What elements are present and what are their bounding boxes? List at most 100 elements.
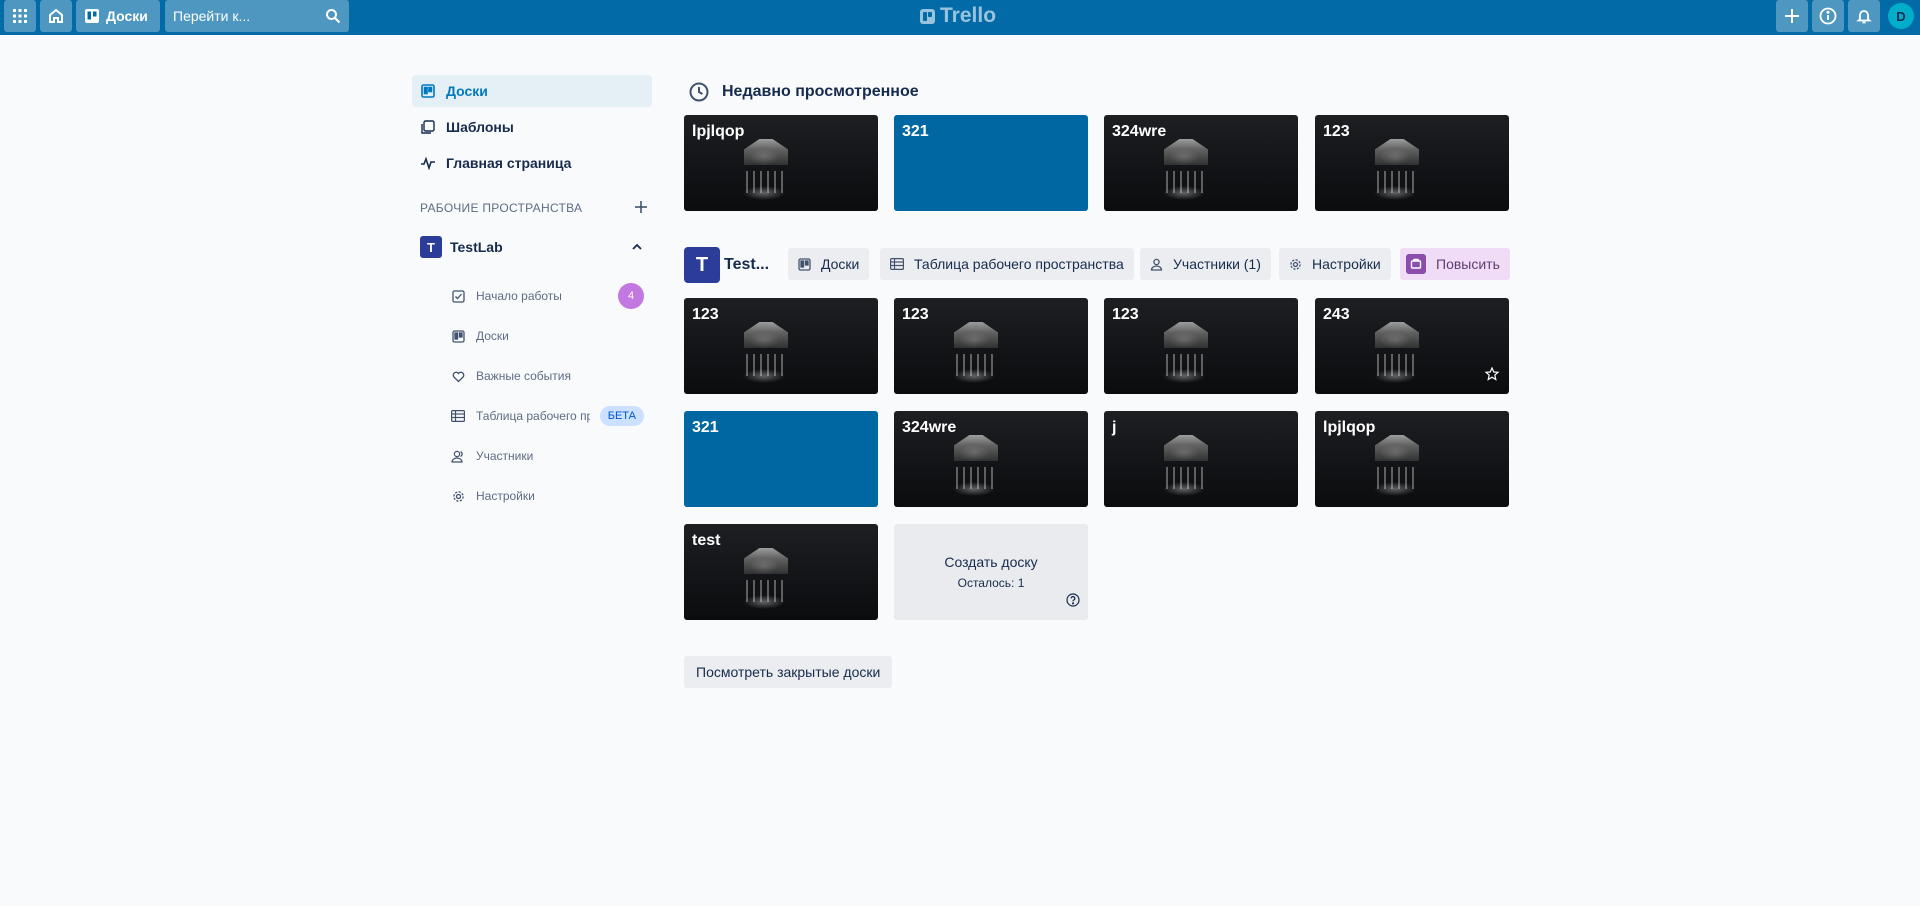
boards-remaining-label: Осталось: 1: [957, 576, 1025, 590]
board-tile[interactable]: 321: [684, 411, 878, 507]
trello-logo-text: Trello: [940, 4, 997, 27]
notifications-button[interactable]: [1848, 0, 1880, 32]
board-tile[interactable]: 123: [1104, 298, 1298, 394]
workspace-members-button[interactable]: Участники (1): [1140, 248, 1271, 280]
board-tile-title: 123: [692, 306, 719, 323]
top-header: Доски Перейти к... Trello D: [0, 0, 1920, 35]
board-icon: [450, 328, 466, 344]
trello-logo[interactable]: Trello: [920, 4, 996, 28]
gear-icon: [1290, 258, 1301, 270]
sidebar-nav: Доски Шаблоны Главная страница: [412, 75, 652, 183]
create-board-tile[interactable]: Создать доску Осталось: 1: [894, 524, 1088, 620]
chevron-up-icon: [632, 243, 642, 250]
bell-icon: [1856, 10, 1872, 24]
sidebar-item-label: Настройки: [476, 489, 535, 503]
table-icon: [890, 258, 904, 270]
sidebar-item-label: Доски: [476, 329, 509, 343]
workspaces-header: РАБОЧИЕ ПРОСТРАНСТВА: [412, 198, 652, 218]
workspace-section-header: T Test...: [684, 247, 774, 283]
app-switcher-button[interactable]: [4, 0, 36, 32]
workspace-name: Test...: [724, 256, 770, 273]
board-tile[interactable]: 324wre: [894, 411, 1088, 507]
board-tile-title: test: [692, 532, 721, 549]
board-tile[interactable]: test: [684, 524, 878, 620]
board-tile-title: j: [1112, 419, 1117, 436]
search-input[interactable]: Перейти к...: [165, 0, 349, 32]
sidebar-item-home[interactable]: Главная страница: [412, 147, 652, 179]
sidebar-item-label: Доски: [446, 83, 488, 99]
sidebar-item-boards[interactable]: Доски: [440, 320, 652, 352]
workspace-toggle[interactable]: T TestLab: [412, 232, 652, 262]
home-button[interactable]: [40, 0, 72, 32]
board-tile[interactable]: j: [1104, 411, 1298, 507]
sidebar-item-workspace-table[interactable]: Таблица рабочего пр... БЕТА: [440, 400, 652, 432]
sidebar-item-label: Начало работы: [476, 289, 562, 303]
sidebar-item-templates[interactable]: Шаблоны: [412, 111, 652, 143]
recently-viewed-label: Недавно просмотренное: [722, 83, 919, 100]
notification-count-badge: 4: [618, 283, 644, 309]
gear-icon: [450, 488, 466, 504]
table-icon: [450, 408, 466, 424]
sidebar-item-label: Важные события: [476, 369, 571, 383]
help-icon[interactable]: [1066, 593, 1080, 612]
add-workspace-button[interactable]: [634, 200, 648, 217]
boards-button-label: Доски: [106, 8, 148, 24]
sidebar-item-label: Участники: [476, 449, 534, 463]
info-icon: [1819, 7, 1837, 25]
trello-logo-icon: [920, 8, 935, 24]
search-icon: [317, 0, 349, 32]
chip-label: Настройки: [1312, 256, 1381, 272]
board-tile-title: 321: [902, 123, 929, 140]
workspace-table-button[interactable]: Таблица рабочего пространства: [880, 248, 1134, 280]
board-tile-title: 123: [902, 306, 929, 323]
clock-icon: [689, 82, 709, 102]
workspace-avatar: T: [420, 236, 442, 258]
upgrade-icon: [1406, 254, 1426, 274]
plus-icon: [635, 200, 647, 213]
board-tile[interactable]: 243: [1315, 298, 1509, 394]
workspace-boards-button[interactable]: Доски: [788, 248, 870, 280]
workspaces-label: РАБОЧИЕ ПРОСТРАНСТВА: [420, 201, 583, 215]
user-avatar[interactable]: D: [1888, 3, 1914, 29]
info-button[interactable]: [1812, 0, 1844, 32]
heart-icon: [450, 368, 466, 384]
create-button[interactable]: [1776, 0, 1808, 32]
chip-label: Таблица рабочего пространства: [914, 256, 1124, 272]
sidebar-item-label: Шаблоны: [446, 119, 514, 135]
view-closed-boards-button[interactable]: Посмотреть закрытые доски: [684, 656, 893, 688]
chip-label: Участники (1): [1173, 256, 1261, 272]
upgrade-button[interactable]: Повысить: [1400, 248, 1510, 280]
board-icon: [420, 83, 436, 99]
workspace-menu: Начало работы 4 Доски Важные события Таб…: [440, 280, 652, 520]
sidebar-item-label: Таблица рабочего пр...: [476, 409, 590, 423]
create-board-label: Создать доску: [944, 554, 1038, 570]
sidebar-item-boards[interactable]: Доски: [412, 75, 652, 107]
board-tile-title: 243: [1323, 306, 1350, 323]
board-tile-title: 324wre: [1112, 123, 1167, 140]
template-icon: [420, 119, 436, 135]
star-icon[interactable]: [1484, 366, 1500, 386]
board-icon: [798, 257, 811, 271]
search-placeholder: Перейти к...: [173, 8, 251, 24]
recently-viewed-title: Недавно просмотренное: [688, 80, 919, 104]
sidebar-item-members[interactable]: Участники: [440, 440, 652, 472]
members-icon: [450, 448, 466, 464]
activity-icon: [420, 155, 436, 171]
sidebar-item-highlights[interactable]: Важные события: [440, 360, 652, 392]
sidebar-item-getting-started[interactable]: Начало работы 4: [440, 280, 652, 312]
workspace-settings-button[interactable]: Настройки: [1279, 248, 1391, 280]
sidebar-item-settings[interactable]: Настройки: [440, 480, 652, 512]
workspace-name: TestLab: [450, 239, 503, 255]
plus-icon: [1785, 9, 1799, 23]
workspace-avatar: T: [684, 247, 720, 283]
board-tile[interactable]: 123: [894, 298, 1088, 394]
board-tile[interactable]: 321: [894, 115, 1088, 211]
board-tile[interactable]: 324wre: [1104, 115, 1298, 211]
boards-button[interactable]: Доски: [76, 0, 160, 32]
board-tile[interactable]: lpjlqop: [1315, 411, 1509, 507]
board-tile[interactable]: lpjlqop: [684, 115, 878, 211]
board-tile[interactable]: 123: [684, 298, 878, 394]
person-icon: [1150, 258, 1163, 271]
board-tile[interactable]: 123: [1315, 115, 1509, 211]
checklist-icon: [450, 288, 466, 304]
